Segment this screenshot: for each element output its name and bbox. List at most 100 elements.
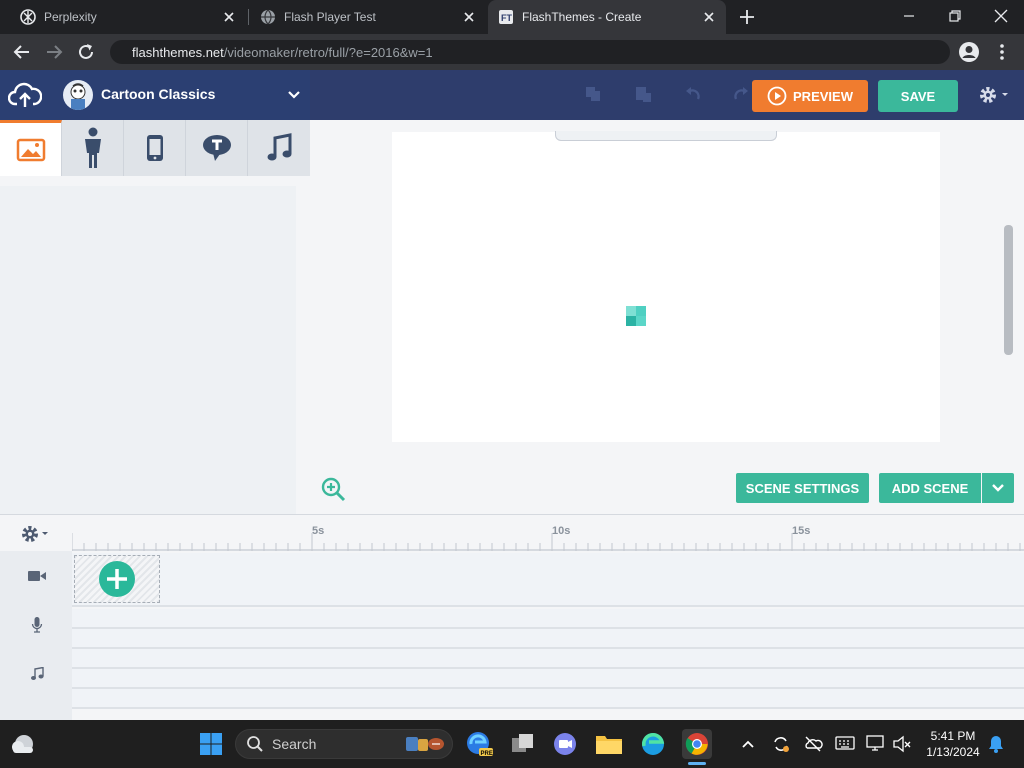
keyboard-icon[interactable] (835, 735, 855, 751)
search-label: Search (272, 736, 317, 752)
close-tab-icon[interactable] (222, 10, 236, 24)
search-highlight-icon (404, 733, 446, 755)
speech-bubble-icon (201, 133, 233, 163)
save-button[interactable]: SAVE (878, 80, 958, 112)
clock-date: 1/13/2024 (926, 745, 980, 759)
profile-avatar-icon[interactable] (958, 41, 980, 63)
show-hidden-icons-chevron-icon[interactable] (740, 736, 756, 752)
preview-button[interactable]: PREVIEW (752, 80, 868, 112)
video-maker-app: Cartoon Classics PREVIEW SAVE SCENE SETT… (0, 70, 1024, 721)
edge-dev-icon[interactable]: PRE (464, 729, 494, 759)
reload-icon[interactable] (76, 42, 96, 62)
music-track-3[interactable] (72, 689, 1024, 709)
add-scene-button[interactable]: ADD SCENE (879, 473, 981, 503)
tab-text[interactable] (186, 120, 248, 176)
windows-start-icon[interactable] (196, 729, 226, 759)
music-note-icon (30, 667, 44, 681)
windows-taskbar: Search PRE 5:41 PM 1/13/2024 (0, 720, 1024, 768)
tab-title: Perplexity (44, 10, 97, 24)
video-camera-icon (28, 570, 46, 582)
copy-icon[interactable] (584, 85, 602, 103)
tab-characters[interactable] (62, 120, 124, 176)
video-track[interactable] (72, 553, 1024, 607)
chevron-down-icon[interactable] (286, 88, 302, 102)
globe-favicon-icon (260, 9, 276, 25)
network-disconnected-icon[interactable] (803, 734, 823, 754)
tab-backgrounds[interactable] (0, 120, 62, 176)
stage-handle[interactable] (555, 131, 777, 141)
music-track-1[interactable] (72, 649, 1024, 669)
tab-divider (248, 9, 249, 25)
tab-flash-player-test[interactable]: Flash Player Test (250, 0, 486, 34)
voice-track-1[interactable] (72, 609, 1024, 629)
tab-title: Flash Player Test (284, 10, 376, 24)
timeline-settings-gear-icon[interactable] (20, 524, 54, 544)
restore-window-icon[interactable] (932, 0, 978, 32)
loading-spinner-icon (626, 306, 646, 326)
flashthemes-favicon-icon: FT (498, 9, 514, 25)
edge-browser-icon[interactable] (638, 729, 668, 759)
tab-flashthemes-create[interactable]: FT FlashThemes - Create (488, 0, 726, 34)
notification-bell-icon[interactable] (987, 734, 1005, 754)
tab-perplexity[interactable]: Perplexity (8, 0, 246, 34)
scene-settings-button[interactable]: SCENE SETTINGS (736, 473, 869, 503)
new-tab-plus-icon[interactable] (738, 8, 756, 26)
preview-label: PREVIEW (793, 88, 853, 104)
teams-chat-icon[interactable] (550, 729, 580, 759)
redo-icon[interactable] (732, 85, 750, 103)
tab-title: FlashThemes - Create (522, 10, 642, 24)
scene-stage[interactable] (392, 132, 940, 442)
paste-icon[interactable] (634, 85, 652, 103)
tick-label-10s: 10s (552, 525, 571, 537)
app-toolbar: Cartoon Classics PREVIEW SAVE (0, 70, 1024, 120)
task-view-icon[interactable] (508, 729, 538, 759)
music-track-2[interactable] (72, 669, 1024, 689)
chrome-browser-icon[interactable] (682, 729, 712, 759)
timeline: 5s 10s 15s (0, 514, 1024, 721)
browser-menu-kebab-icon[interactable] (996, 42, 1008, 62)
stage-scrollbar-thumb[interactable] (1004, 225, 1013, 355)
sync-icon[interactable] (771, 734, 791, 754)
chevron-down-icon (991, 482, 1005, 494)
asset-library-tabs (0, 120, 310, 176)
back-arrow-icon[interactable] (12, 42, 32, 62)
theme-name[interactable]: Cartoon Classics (101, 86, 215, 102)
track-label-column (0, 551, 72, 721)
music-note-icon (265, 133, 293, 163)
perplexity-favicon-icon (20, 9, 36, 25)
tab-sounds[interactable] (248, 120, 310, 176)
microphone-icon (31, 617, 43, 633)
add-scene-slot[interactable] (74, 555, 160, 603)
system-clock[interactable]: 5:41 PM 1/13/2024 (918, 728, 988, 760)
theme-selector-bar: Cartoon Classics (0, 70, 310, 120)
settings-gear-icon[interactable] (978, 85, 1012, 105)
image-icon (16, 138, 46, 162)
tab-props[interactable] (124, 120, 186, 176)
url-bar[interactable]: flashthemes.net/videomaker/retro/full/?e… (110, 40, 950, 64)
svg-text:FT: FT (501, 13, 512, 23)
plus-circle-icon[interactable] (98, 560, 136, 598)
taskbar-search[interactable]: Search (235, 729, 453, 759)
forward-arrow-icon[interactable] (44, 42, 64, 62)
play-circle-icon (767, 86, 787, 106)
volume-muted-icon[interactable] (892, 734, 912, 754)
active-app-indicator (688, 762, 706, 765)
close-tab-icon[interactable] (702, 10, 716, 24)
theme-avatar[interactable] (63, 80, 93, 110)
display-icon[interactable] (866, 734, 886, 752)
timeline-ruler[interactable]: 5s 10s 15s (72, 515, 1024, 551)
add-scene-dropdown-button[interactable] (982, 473, 1014, 503)
zoom-in-icon[interactable] (320, 476, 346, 502)
clock-time: 5:41 PM (930, 729, 976, 743)
url-host: flashthemes.net (132, 44, 224, 60)
svg-text:PRE: PRE (481, 751, 493, 757)
cloud-upload-icon[interactable] (8, 80, 42, 110)
undo-icon[interactable] (684, 85, 702, 103)
minimize-window-icon[interactable] (886, 0, 932, 32)
close-window-icon[interactable] (978, 0, 1024, 32)
file-explorer-icon[interactable] (594, 729, 624, 759)
voice-track-2[interactable] (72, 629, 1024, 649)
weather-cloud-icon[interactable] (10, 732, 36, 756)
close-tab-icon[interactable] (462, 10, 476, 24)
phone-icon (145, 134, 165, 162)
